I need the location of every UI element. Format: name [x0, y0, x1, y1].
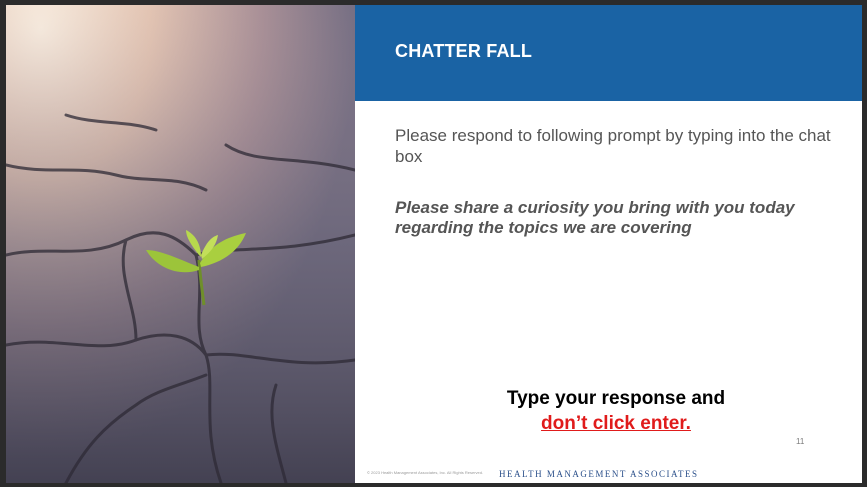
sprout-in-cracked-earth-photo	[6, 5, 355, 483]
title-band: CHATTER FALL	[355, 5, 862, 101]
slide-title: CHATTER FALL	[395, 41, 533, 61]
company-logo: Health Management Associates	[499, 469, 699, 479]
instruction-warning: don’t click enter.	[541, 413, 691, 434]
page-number: 11	[796, 437, 805, 446]
instruction-line-1: Type your response and	[506, 388, 726, 409]
slide: CHATTER FALL Please respond to following…	[6, 5, 862, 483]
prompt-text: Please respond to following prompt by ty…	[395, 126, 831, 166]
question-text: Please share a curiosity you bring with …	[395, 198, 795, 237]
copyright-notice: © 2023 Health Management Associates, Inc…	[367, 470, 484, 475]
instruction: Type your response and don’t click enter…	[466, 386, 766, 436]
